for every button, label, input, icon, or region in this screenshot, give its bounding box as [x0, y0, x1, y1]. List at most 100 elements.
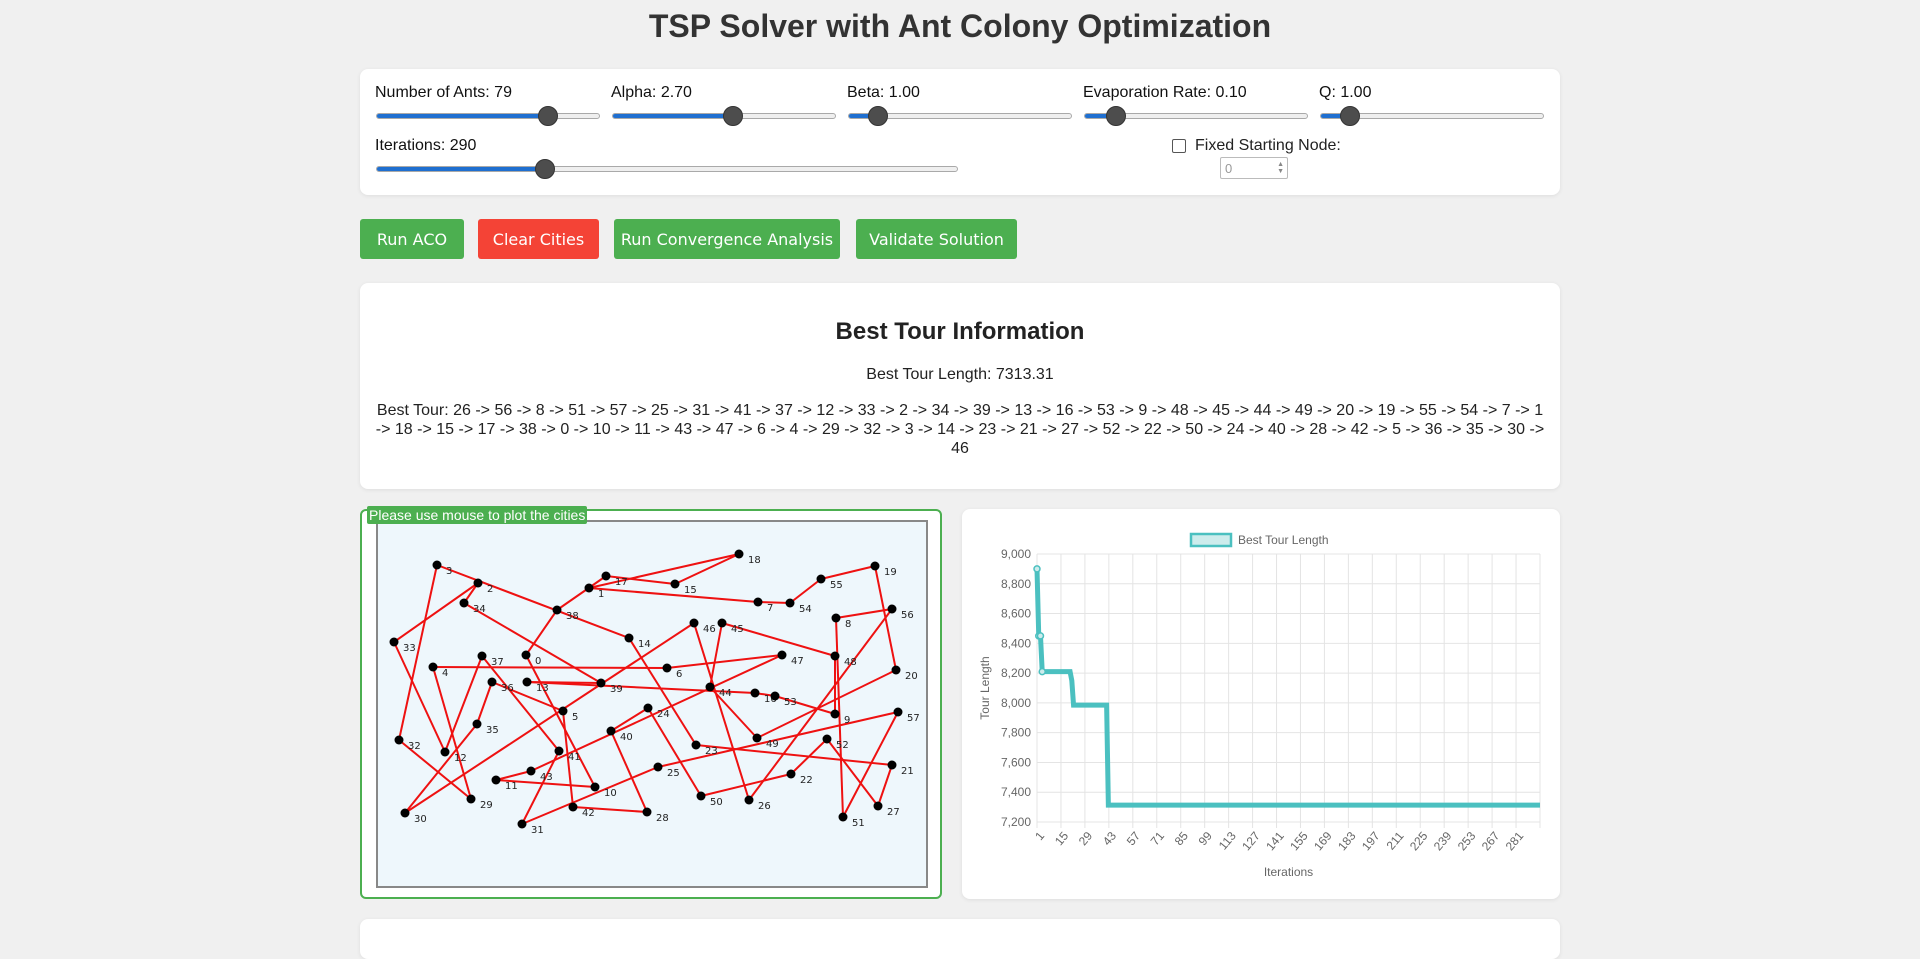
tour-edge [695, 744, 893, 766]
fixed-start-label: Fixed Starting Node: [1195, 137, 1341, 154]
series-line [1034, 568, 1540, 808]
best-tour-length: Best Tour Length: 7313.31 [866, 366, 1054, 383]
city-label: 23 [705, 746, 718, 757]
city-label: 57 [907, 713, 920, 724]
city-label: 11 [505, 781, 518, 792]
city-label: 18 [748, 555, 761, 566]
evaporation-slider[interactable] [1084, 106, 1308, 126]
city-label: 9 [844, 715, 850, 726]
iterations-slider-thumb[interactable] [535, 159, 556, 179]
city-label: 40 [620, 732, 633, 743]
city-node [734, 549, 744, 559]
city-node [786, 769, 796, 779]
city-node [643, 703, 653, 713]
beta-label: Beta: 1.00 [847, 84, 920, 101]
city-label: 47 [791, 656, 804, 667]
y-tick-label: 8,400 [1001, 636, 1031, 650]
tour-edge [463, 602, 602, 684]
city-node [822, 734, 832, 744]
y-tick-label: 8,200 [1001, 666, 1031, 680]
x-tick-label: 155 [1287, 829, 1311, 854]
city-node [744, 795, 754, 805]
city-node [491, 775, 501, 785]
city-label: 3 [446, 566, 452, 577]
fixed-start-checkbox[interactable] [1172, 139, 1186, 153]
page-title: TSP Solver with Ant Colony Optimization [648, 8, 1272, 44]
y-tick-label: 8,000 [1001, 696, 1031, 710]
beta-slider-thumb[interactable] [867, 106, 888, 126]
city-node [521, 650, 531, 660]
x-tick-label: 71 [1148, 829, 1168, 848]
data-point [1033, 565, 1041, 573]
q-slider-thumb[interactable] [1339, 106, 1360, 126]
x-tick-label: 281 [1503, 829, 1527, 854]
city-label: 42 [582, 808, 595, 819]
city-label: 14 [638, 639, 651, 650]
y-tick-label: 7,200 [1001, 815, 1031, 829]
ants-slider-thumb[interactable] [537, 106, 558, 126]
fixed-start-input[interactable]: 0 ▲ ▼ [1220, 157, 1288, 179]
city-label: 33 [403, 643, 416, 654]
city-node [662, 663, 672, 673]
city-label: 53 [784, 697, 797, 708]
tour-edge [826, 738, 879, 807]
city-label: 36 [501, 683, 514, 694]
city-label: 13 [536, 683, 549, 694]
iterations-slider[interactable] [376, 159, 958, 179]
city-label: 31 [531, 825, 544, 836]
city-node [642, 807, 652, 817]
city-label: 4 [442, 668, 448, 679]
x-tick-label: 239 [1431, 829, 1455, 854]
city-node [590, 782, 600, 792]
tour-edge [666, 654, 783, 669]
run-aco-button[interactable]: Run ACO [360, 219, 464, 259]
x-tick-label: 43 [1100, 829, 1120, 848]
city-node [785, 598, 795, 608]
q-slider[interactable] [1320, 106, 1544, 126]
alpha-control: Alpha: 2.70 [611, 84, 692, 102]
city-node [753, 597, 763, 607]
city-node [568, 802, 578, 812]
city-label: 56 [901, 610, 914, 621]
tour-edge [588, 587, 759, 603]
city-label: 21 [901, 766, 914, 777]
x-tick-label: 57 [1124, 829, 1144, 848]
city-label: 30 [414, 814, 427, 825]
y-axis-title: Tour Length [978, 656, 992, 719]
city-node [389, 637, 399, 647]
city-node [830, 709, 840, 719]
bottom-panel [360, 919, 1560, 959]
evaporation-slider-thumb[interactable] [1106, 106, 1127, 126]
city-label: 38 [566, 611, 579, 622]
evaporation-label: Evaporation Rate: 0.10 [1083, 84, 1247, 101]
alpha-slider-thumb[interactable] [722, 106, 743, 126]
convergence-chart: Best Tour Length 7,200 7,400 7,600 7,800 8,00… [978, 532, 1541, 879]
city-node [440, 747, 450, 757]
alpha-slider[interactable] [612, 106, 836, 126]
city-canvas[interactable]: 0 1 2 3 4 5 6 7 8 9 10 11 12 13 14 15 16 17 18 19 20 21 22 23 24… [376, 520, 928, 888]
run-convergence-button[interactable]: Run Convergence Analysis [614, 219, 840, 259]
ants-slider[interactable] [376, 106, 600, 126]
iterations-label: Iterations: 290 [375, 137, 477, 154]
clear-cities-button[interactable]: Clear Cities [478, 219, 599, 259]
validate-solution-button[interactable]: Validate Solution [856, 219, 1017, 259]
x-tick-label: 267 [1479, 829, 1503, 854]
city-canvas-panel: Please use mouse to plot the cities 0123… [360, 506, 942, 899]
city-label: 6 [676, 669, 682, 680]
x-tick-label: 225 [1407, 829, 1431, 854]
city-label: 44 [719, 688, 732, 699]
tour-edge [432, 666, 668, 669]
city-node [838, 812, 848, 822]
y-tick-label: 7,600 [1001, 755, 1031, 769]
city-label: 55 [830, 580, 843, 591]
city-node [624, 633, 634, 643]
city-node [691, 740, 701, 750]
city-node [752, 733, 762, 743]
city-node [870, 561, 880, 571]
ants-control: Number of Ants: 79 [375, 84, 512, 102]
beta-slider[interactable] [848, 106, 1072, 126]
spinner-arrows-icon[interactable]: ▲ ▼ [1277, 161, 1284, 175]
city-node [473, 578, 483, 588]
city-node [526, 766, 536, 776]
y-tick-label: 7,800 [1001, 726, 1031, 740]
